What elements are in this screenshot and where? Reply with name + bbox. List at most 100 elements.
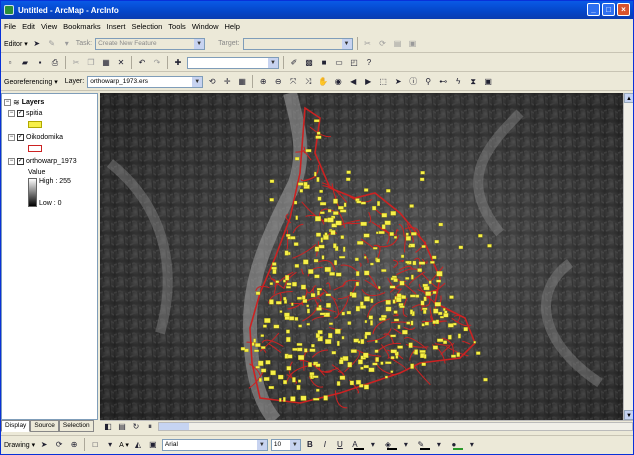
time-slider-icon[interactable]: ⧗ <box>467 76 479 88</box>
georef-layer-dropdown[interactable]: orthowarp_1973.ers ▼ <box>87 75 204 88</box>
refresh-icon[interactable]: ↻ <box>130 421 142 433</box>
back-extent-icon[interactable]: ◀ <box>347 76 359 88</box>
menu-bookmarks[interactable]: Bookmarks <box>63 22 101 31</box>
marker-color-dropdown-icon[interactable]: ▾ <box>466 439 478 451</box>
font-size-dropdown[interactable]: 10 ▼ <box>270 438 301 451</box>
bold-button[interactable]: B <box>304 439 316 451</box>
rotate-tool-icon[interactable]: ⟳ <box>377 38 389 50</box>
copy-icon[interactable]: ❐ <box>85 57 97 69</box>
tab-selection[interactable]: Selection <box>58 420 94 432</box>
map-scale-dropdown[interactable]: ▼ <box>187 56 279 69</box>
menu-insert[interactable]: Insert <box>107 22 126 31</box>
toc-layer-orthowarp[interactable]: − ✓ orthowarp_1973 <box>8 158 77 165</box>
toc-layer-oikodomika[interactable]: − ✓ Oikodomika <box>8 134 63 141</box>
maximize-button[interactable]: □ <box>602 3 615 16</box>
scroll-down-icon[interactable]: ▼ <box>624 410 633 420</box>
fill-color-dropdown-icon[interactable]: ▾ <box>400 439 412 451</box>
data-view-icon[interactable]: ◧ <box>102 421 114 433</box>
rectangle-tool-icon[interactable]: □ <box>89 439 101 451</box>
fixed-zoom-in-icon[interactable]: ⤧ <box>287 76 299 88</box>
paste-icon[interactable]: ▦ <box>100 57 112 69</box>
target-dropdown[interactable]: ▼ <box>242 37 353 50</box>
sketch-properties-icon[interactable]: ▣ <box>407 38 419 50</box>
menu-view[interactable]: View <box>41 22 57 31</box>
menu-selection[interactable]: Selection <box>131 22 162 31</box>
underline-button[interactable]: U <box>334 439 346 451</box>
menu-window[interactable]: Window <box>192 22 219 31</box>
toc-layer-spitia[interactable]: − ✓ spitia <box>8 110 42 117</box>
redo-icon[interactable]: ↷ <box>151 57 163 69</box>
select-pointer-icon[interactable]: ➤ <box>38 439 50 451</box>
new-document-icon[interactable]: ▫ <box>4 57 16 69</box>
georeferencing-menu-button[interactable]: Georeferencing ▾ <box>4 78 58 86</box>
font-dropdown[interactable]: Arial ▼ <box>161 438 268 451</box>
select-features-icon[interactable]: ⬚ <box>377 76 389 88</box>
zoom-whole-page-icon[interactable]: ⊕ <box>68 439 80 451</box>
label-icon[interactable]: ▣ <box>147 439 159 451</box>
edit-vertices-icon[interactable]: ◭ <box>132 439 144 451</box>
forward-extent-icon[interactable]: ▶ <box>362 76 374 88</box>
zoom-out-icon[interactable]: ⊖ <box>272 76 284 88</box>
sketch-dropdown-icon[interactable]: ▾ <box>61 38 73 50</box>
font-color-dropdown-icon[interactable]: ▾ <box>367 439 379 451</box>
identify-icon[interactable]: ⓘ <box>407 76 419 88</box>
collapse-icon[interactable]: − <box>4 99 11 106</box>
split-tool-icon[interactable]: ✂ <box>362 38 374 50</box>
menu-file[interactable]: File <box>4 22 16 31</box>
fixed-zoom-out-icon[interactable]: ⤨ <box>302 76 314 88</box>
model-builder-icon[interactable]: ◰ <box>348 57 360 69</box>
task-dropdown[interactable]: Create New Feature ▼ <box>95 37 206 50</box>
minimize-button[interactable]: _ <box>587 3 600 16</box>
save-icon[interactable]: ▪ <box>34 57 46 69</box>
cut-icon[interactable]: ✂ <box>70 57 82 69</box>
menu-tools[interactable]: Tools <box>168 22 186 31</box>
tab-source[interactable]: Source <box>30 420 59 432</box>
collapse-icon[interactable]: − <box>8 158 15 165</box>
print-icon[interactable]: ⎙ <box>49 57 61 69</box>
line-color-dropdown-icon[interactable]: ▾ <box>433 439 445 451</box>
delete-icon[interactable]: ✕ <box>115 57 127 69</box>
rotate-icon[interactable]: ⟲ <box>206 76 218 88</box>
editor-menu-button[interactable]: Editor ▾ <box>4 40 28 48</box>
scroll-up-icon[interactable]: ▲ <box>624 93 633 103</box>
rotate-element-icon[interactable]: ⟳ <box>53 439 65 451</box>
create-viewer-icon[interactable]: ▣ <box>482 76 494 88</box>
hyperlink-icon[interactable]: ϟ <box>452 76 464 88</box>
map-canvas[interactable] <box>100 93 623 420</box>
measure-icon[interactable]: ⊷ <box>437 76 449 88</box>
add-data-icon[interactable]: ✚ <box>172 57 184 69</box>
layer-visibility-checkbox[interactable]: ✓ <box>17 110 24 117</box>
map-display[interactable] <box>100 93 623 420</box>
zoom-in-icon[interactable]: ⊕ <box>257 76 269 88</box>
select-elements-icon[interactable]: ➤ <box>392 76 404 88</box>
tab-display[interactable]: Display <box>1 420 31 432</box>
menu-help[interactable]: Help <box>225 22 240 31</box>
command-line-icon[interactable]: ▭ <box>333 57 345 69</box>
layer-visibility-checkbox[interactable]: ✓ <box>17 134 24 141</box>
text-tool-button[interactable]: A ▾ <box>119 441 129 449</box>
layout-view-icon[interactable]: ▤ <box>116 421 128 433</box>
pause-draw-icon[interactable]: ⏸ <box>144 421 156 433</box>
scroll-thumb[interactable] <box>159 423 189 430</box>
map-horizontal-scrollbar[interactable] <box>158 422 633 431</box>
full-extent-icon[interactable]: ◉ <box>332 76 344 88</box>
attributes-icon[interactable]: ▤ <box>392 38 404 50</box>
drawing-menu-button[interactable]: Drawing ▾ <box>4 441 35 449</box>
rectangle-dropdown-icon[interactable]: ▾ <box>104 439 116 451</box>
layer-visibility-checkbox[interactable]: ✓ <box>17 158 24 165</box>
undo-icon[interactable]: ↶ <box>136 57 148 69</box>
open-folder-icon[interactable]: ▰ <box>19 57 31 69</box>
editor-toolbar-icon[interactable]: ✐ <box>288 57 300 69</box>
menu-edit[interactable]: Edit <box>22 22 35 31</box>
sketch-tool-icon[interactable]: ✎ <box>46 38 58 50</box>
close-button[interactable]: × <box>617 3 630 16</box>
find-icon[interactable]: ⚲ <box>422 76 434 88</box>
toc-root[interactable]: − ≋ Layers <box>4 98 44 107</box>
arctoolbox-icon[interactable]: ■ <box>318 57 330 69</box>
whats-this-icon[interactable]: ? <box>363 57 375 69</box>
edit-tool-icon[interactable]: ➤ <box>31 38 43 50</box>
map-vertical-scrollbar[interactable]: ▲ ▼ <box>623 93 633 420</box>
arccatalog-icon[interactable]: ▩ <box>303 57 315 69</box>
control-points-icon[interactable]: ✛ <box>221 76 233 88</box>
link-table-icon[interactable]: ▦ <box>236 76 248 88</box>
